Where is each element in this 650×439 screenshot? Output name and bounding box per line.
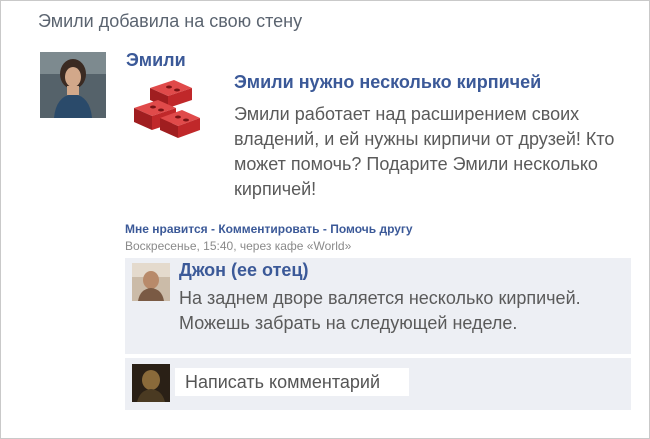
author-avatar[interactable] — [40, 52, 106, 118]
post-actions: Мне нравится - Комментировать - Помочь д… — [125, 222, 413, 236]
action-separator: - — [207, 222, 219, 236]
attachment-title[interactable]: Эмили нужно несколько кирпичей — [234, 72, 541, 93]
bricks-icon[interactable] — [132, 78, 202, 140]
post-author-name[interactable]: Эмили — [126, 50, 186, 71]
post-timestamp: Воскресенье, 15:40, через кафе «World» — [125, 239, 352, 253]
feed-header: Эмили добавила на свою стену — [38, 11, 303, 31]
like-link[interactable]: Мне нравится — [125, 222, 208, 236]
comment-author[interactable]: Джон (ее отец) — [179, 260, 308, 281]
commenter-avatar[interactable] — [132, 263, 170, 301]
action-separator: - — [319, 222, 331, 236]
reply-area — [125, 358, 631, 410]
wall-post-card: Эмили добавила на свою стену Эмили Эмили… — [0, 0, 650, 439]
current-user-avatar — [132, 364, 170, 402]
attachment-description: Эмили работает над расширением своих вла… — [234, 104, 615, 199]
comment-text: На заднем дворе валяется несколько кирпи… — [179, 288, 581, 333]
comment: Джон (ее отец) На заднем дворе валяется … — [125, 258, 631, 354]
comment-link[interactable]: Комментировать — [218, 222, 319, 236]
help-friend-link[interactable]: Помочь другу — [330, 222, 412, 236]
comment-input[interactable] — [175, 368, 409, 396]
